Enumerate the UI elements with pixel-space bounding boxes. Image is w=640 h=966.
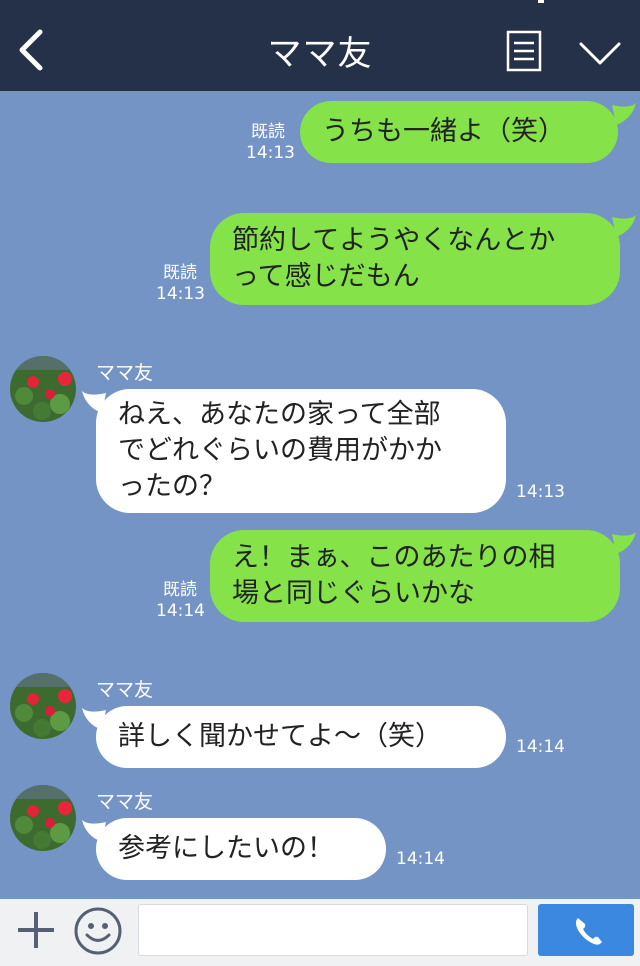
friend-avatar[interactable] [10,356,76,422]
message-text: 詳しく聞かせてよ〜（笑） [118,721,442,752]
chat-area[interactable]: 既読 14:13 うちも一緒よ（笑） 既読 14:13 節約してようやくなんとか… [0,91,640,899]
bubble-tail [612,103,636,125]
chat-header: ママ友 [0,0,640,91]
call-button[interactable] [538,904,634,956]
message-text: 参考にしたいの！ [118,833,334,864]
message-time: 14:13 [516,482,565,502]
smiley-icon[interactable] [73,906,123,956]
read-label: 既読 [163,580,197,600]
read-receipt: 既読 14:13 [246,122,295,164]
message-text: 節約してようやくなんとか って感じだもん [232,225,556,292]
sender-name: ママ友 [96,791,154,813]
memo-icon[interactable] [506,30,542,72]
phone-icon [576,918,602,945]
avatar-image [10,673,76,739]
sent-message-bubble[interactable]: 節約してようやくなんとか って感じだもん [210,213,620,305]
message-time: 14:14 [156,601,205,621]
read-receipt: 既読 14:13 [156,263,205,305]
bubble-tail [612,532,636,554]
sent-message-bubble[interactable]: うちも一緒よ（笑） [300,101,618,163]
read-receipt: 既読 14:14 [156,580,205,622]
chat-title: ママ友 [267,34,373,74]
plus-icon[interactable] [16,910,56,950]
sender-name: ママ友 [96,679,154,701]
friend-avatar[interactable] [10,785,76,851]
avatar-image [10,356,76,422]
message-text: うちも一緒よ（笑） [322,116,565,147]
message-time: 14:13 [156,284,205,304]
received-message-bubble[interactable]: 詳しく聞かせてよ〜（笑） [96,706,506,768]
read-label: 既読 [251,122,285,142]
bubble-tail [612,215,636,237]
received-message-bubble[interactable]: 参考にしたいの！ [96,818,386,880]
message-time: 14:14 [516,737,565,757]
message-time: 14:13 [246,143,295,163]
sent-message-bubble[interactable]: え！まぁ、このあたりの相 場と同じぐらいかな [210,530,620,622]
message-input[interactable] [138,904,528,956]
message-text: え！まぁ、このあたりの相 場と同じぐらいかな [232,542,556,609]
friend-avatar[interactable] [10,673,76,739]
message-text: ねえ、あなたの家って全部 でどれぐらいの費用がかか ったの？ [118,399,442,502]
status-bar-mark [538,0,544,3]
read-label: 既読 [163,263,197,283]
sender-name: ママ友 [96,362,154,384]
message-time: 14:14 [396,849,445,869]
avatar-image [10,785,76,851]
chevron-down-icon[interactable] [578,40,622,68]
received-message-bubble[interactable]: ねえ、あなたの家って全部 でどれぐらいの費用がかか ったの？ [96,389,506,513]
